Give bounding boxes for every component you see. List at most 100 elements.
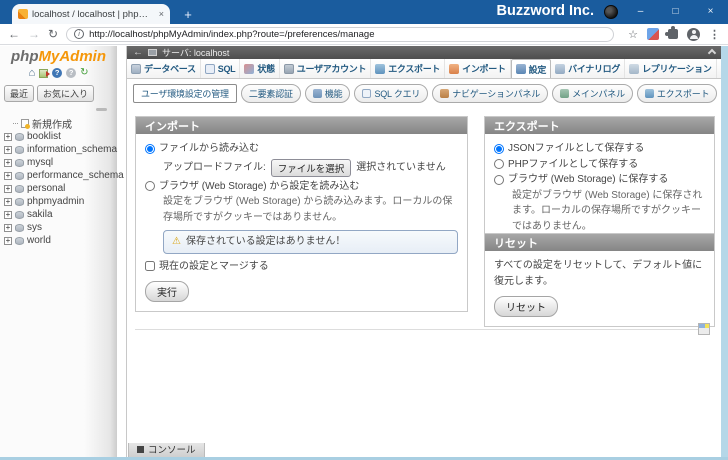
address-bar[interactable]: i http://localhost/phpMyAdmin/index.php?…: [66, 27, 614, 42]
expand-icon[interactable]: +: [4, 172, 12, 180]
tree-item-new-database[interactable]: 新規作成: [0, 117, 117, 130]
page-scrollbar[interactable]: [721, 46, 728, 457]
import-from-file-option[interactable]: ファイルから読み込む: [145, 141, 458, 157]
tab-status[interactable]: 状態: [240, 59, 279, 78]
expand-icon[interactable]: +: [4, 146, 12, 154]
maximize-button[interactable]: □: [658, 0, 693, 22]
extensions-icon[interactable]: [668, 29, 678, 39]
tree-item-database[interactable]: + booklist: [0, 130, 117, 143]
bookmark-star-icon[interactable]: ☆: [628, 28, 638, 41]
sidebar-resize-handle[interactable]: [117, 46, 127, 457]
close-button[interactable]: ×: [693, 0, 728, 22]
browser-window: localhost / localhost | phpMyAdm × + Buz…: [0, 0, 728, 460]
favorites-button[interactable]: お気に入り: [37, 85, 94, 102]
tree-item-database[interactable]: + mysql: [0, 156, 117, 169]
export-browser-radio[interactable]: [494, 175, 504, 185]
back-icon[interactable]: ←: [8, 28, 20, 40]
sql-doc-icon: [362, 89, 371, 98]
subtab-sql-queries[interactable]: SQL クエリ: [354, 84, 428, 103]
upload-file-label: アップロードファイル:: [163, 160, 266, 176]
subtab-features[interactable]: 機能: [305, 84, 351, 103]
import-from-file-radio[interactable]: [145, 144, 155, 154]
tab-user-accounts[interactable]: ユーザアカウント: [280, 59, 371, 78]
expand-icon[interactable]: +: [4, 198, 12, 206]
choose-file-button[interactable]: ファイルを選択: [271, 159, 352, 177]
collapse-top-icon[interactable]: [708, 48, 716, 56]
tab-import[interactable]: インポート: [445, 59, 511, 78]
subtab-label: エクスポート: [657, 87, 710, 100]
tree-item-database[interactable]: + phpmyadmin: [0, 195, 117, 208]
tree-item-label: world: [27, 235, 51, 246]
subtab-main-panel[interactable]: メインパネル: [552, 84, 633, 103]
browser-storage-description: 設定がブラウザ (Web Storage) に保存されます。ローカルの保存場所で…: [512, 188, 705, 235]
side-panel-icon[interactable]: [647, 28, 659, 40]
export-json-option[interactable]: JSONファイルとして保存する: [494, 141, 705, 157]
browser-tab[interactable]: localhost / localhost | phpMyAdm ×: [12, 4, 170, 24]
import-from-browser-option[interactable]: ブラウザ (Web Storage) から設定を読み込む: [145, 179, 458, 195]
export-php-option[interactable]: PHPファイルとして保存する: [494, 157, 705, 173]
new-tab-button[interactable]: +: [180, 7, 196, 22]
tree-item-database[interactable]: + information_schema: [0, 143, 117, 156]
settings-icon: [516, 64, 526, 74]
subtab-manage-preferences[interactable]: ユーザ環境設定の管理: [133, 84, 237, 103]
console-bar: コンソール: [127, 443, 721, 457]
profile-icon[interactable]: [687, 28, 700, 41]
export-php-radio[interactable]: [494, 159, 504, 169]
tab-sql[interactable]: SQL: [201, 59, 241, 78]
home-icon[interactable]: ⌂: [28, 68, 35, 79]
tab-settings[interactable]: 設定: [511, 59, 551, 79]
merge-settings-checkbox[interactable]: [145, 261, 155, 271]
reset-button[interactable]: リセット: [494, 296, 558, 317]
tab-replication[interactable]: レプリケーション: [625, 59, 716, 78]
expand-icon[interactable]: +: [4, 211, 12, 219]
docs-icon[interactable]: ?: [52, 68, 62, 78]
tree-item-database[interactable]: + personal: [0, 182, 117, 195]
panel-collapse-handle[interactable]: [96, 108, 107, 111]
breadcrumb-back-icon[interactable]: ←: [133, 48, 143, 58]
tab-close-icon[interactable]: ×: [159, 9, 164, 19]
upload-file-row: アップロードファイル: ファイルを選択 選択されていません: [163, 159, 458, 177]
database-icon: [15, 146, 24, 154]
tree-item-database[interactable]: + world: [0, 234, 117, 247]
subtab-navigation-panel[interactable]: ナビゲーションパネル: [432, 84, 548, 103]
expand-icon[interactable]: +: [4, 159, 12, 167]
recent-button[interactable]: 最近: [4, 85, 34, 102]
site-info-icon[interactable]: i: [74, 29, 84, 39]
tree-item-database[interactable]: + performance_schema: [0, 169, 117, 182]
expand-icon[interactable]: +: [4, 133, 12, 141]
tab-label: 設定: [529, 63, 546, 76]
export-icon: [645, 89, 654, 98]
merge-settings-option[interactable]: 現在の設定とマージする: [145, 259, 458, 275]
tree-item-database[interactable]: + sakila: [0, 208, 117, 221]
export-browser-option[interactable]: ブラウザ (Web Storage) に保存する: [494, 172, 705, 188]
avatar-icon[interactable]: [604, 5, 618, 19]
minimize-button[interactable]: –: [623, 0, 658, 22]
import-go-button[interactable]: 実行: [145, 281, 189, 302]
sql-docs-icon[interactable]: ?: [66, 68, 76, 78]
tab-label: 状態: [257, 62, 274, 75]
expand-icon[interactable]: +: [4, 224, 12, 232]
menu-icon[interactable]: ⋮: [709, 28, 720, 41]
export-json-radio[interactable]: [494, 144, 504, 154]
forward-icon[interactable]: →: [28, 28, 40, 40]
export-icon: [375, 64, 385, 74]
tab-binary-log[interactable]: バイナリログ: [551, 59, 625, 78]
tab-databases[interactable]: データベース: [127, 59, 201, 78]
phpmyadmin-logo[interactable]: phpMyAdmin: [0, 48, 117, 65]
import-from-browser-radio[interactable]: [145, 181, 155, 191]
subtab-export[interactable]: エクスポート: [637, 84, 718, 103]
expand-icon[interactable]: +: [4, 237, 12, 245]
console-icon: [137, 446, 144, 453]
reload-icon[interactable]: ↻: [48, 28, 58, 40]
preferences-content: インポート ファイルから読み込む アップロードファイル: ファイルを選択 選択さ…: [127, 110, 721, 443]
logout-icon[interactable]: [39, 69, 48, 78]
tree-item-database[interactable]: + sys: [0, 221, 117, 234]
tab-variables[interactable]: 変数: [717, 59, 721, 78]
breadcrumb[interactable]: サーバ: localhost: [162, 46, 229, 59]
new-window-icon[interactable]: [698, 323, 710, 335]
expand-icon[interactable]: +: [4, 185, 12, 193]
refresh-icon[interactable]: ↻: [80, 68, 88, 78]
server-breadcrumb-bar: ← サーバ: localhost: [127, 46, 721, 59]
subtab-two-factor[interactable]: 二要素認証: [241, 84, 301, 103]
tab-export[interactable]: エクスポート: [371, 59, 445, 78]
